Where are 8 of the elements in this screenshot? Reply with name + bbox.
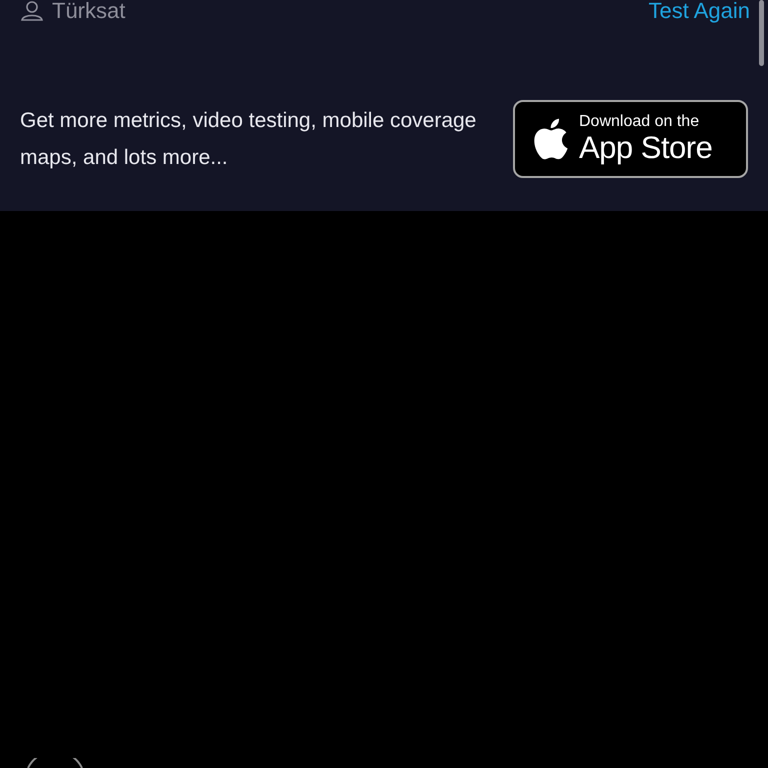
test-again-link[interactable]: Test Again <box>648 0 750 22</box>
app-store-button[interactable]: Download on the App Store <box>513 100 748 178</box>
promo-text: Get more metrics, video testing, mobile coverage maps, and lots more... <box>20 108 478 171</box>
badge-caption: Download on the <box>579 113 700 131</box>
user-icon <box>20 1 44 21</box>
provider-name: Türksat <box>52 0 126 22</box>
badge-title: App Store <box>579 131 712 165</box>
scrollbar[interactable] <box>759 0 764 66</box>
